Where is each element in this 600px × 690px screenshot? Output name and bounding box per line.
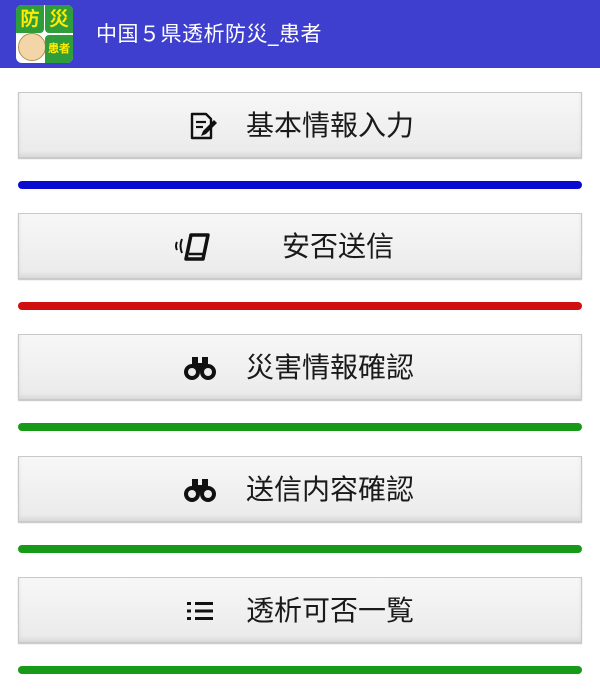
phone-vibrate-icon <box>172 214 218 280</box>
accent-bar-green-2 <box>18 545 582 553</box>
logo-char-3: 患者 <box>45 35 73 63</box>
basic-info-input-button[interactable]: 基本情報入力 <box>18 92 582 158</box>
logo-char-1: 防 <box>16 5 44 33</box>
edit-document-icon <box>184 93 220 159</box>
app-title: 中国５県透析防災_患者 <box>96 22 322 46</box>
app-logo: 防 災 患者 <box>16 5 73 63</box>
accent-bar-blue <box>18 181 582 189</box>
list-icon <box>182 578 218 644</box>
accent-bar-green-3 <box>18 666 582 674</box>
binoculars-icon <box>180 335 220 401</box>
mascot-icon <box>18 33 46 61</box>
basic-info-input-label: 基本情報入力 <box>246 109 415 142</box>
safety-send-label: 安否送信 <box>282 230 395 263</box>
dialysis-availability-list-label: 透析可否一覧 <box>246 594 415 627</box>
accent-bar-green-1 <box>18 423 582 431</box>
sent-content-check-button[interactable]: 送信内容確認 <box>18 456 582 522</box>
binoculars-icon <box>180 457 220 523</box>
disaster-info-check-label: 災害情報確認 <box>246 351 415 384</box>
dialysis-availability-list-button[interactable]: 透析可否一覧 <box>18 577 582 643</box>
logo-char-2: 災 <box>45 5 73 33</box>
disaster-info-check-button[interactable]: 災害情報確認 <box>18 334 582 400</box>
sent-content-check-label: 送信内容確認 <box>246 473 415 506</box>
safety-send-button[interactable]: 安否送信 <box>18 213 582 279</box>
accent-bar-red <box>18 302 582 310</box>
app-bar: 防 災 患者 中国５県透析防災_患者 <box>0 0 600 68</box>
